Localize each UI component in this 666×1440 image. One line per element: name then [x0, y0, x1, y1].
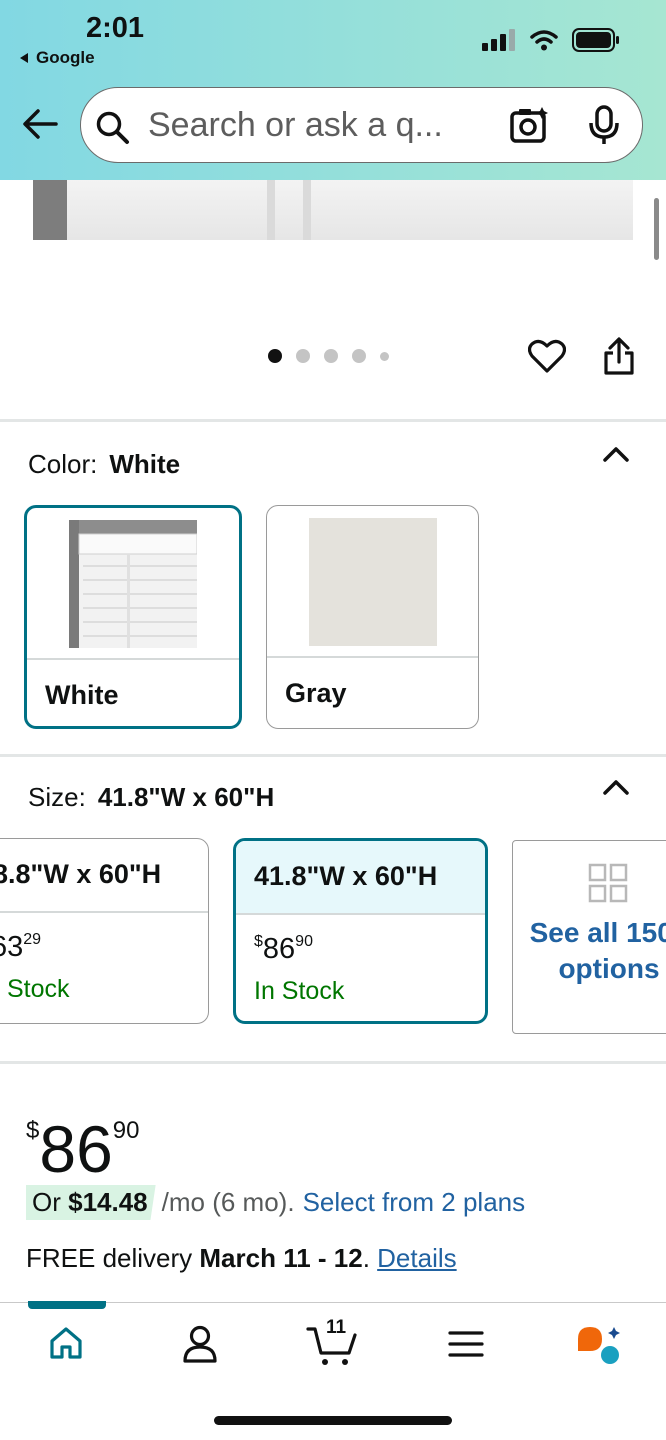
- cellular-signal-icon: [482, 29, 515, 51]
- search-input[interactable]: Search or ask a q...: [148, 106, 443, 145]
- price-fraction: 90: [112, 1117, 140, 1144]
- chevron-up-icon[interactable]: [602, 444, 630, 464]
- rufus-assistant-icon[interactable]: [576, 1325, 622, 1365]
- status-icons: [482, 28, 620, 52]
- scrollbar[interactable]: [654, 198, 659, 260]
- pagination-dot[interactable]: [324, 349, 338, 363]
- pagination-dot[interactable]: [380, 351, 389, 361]
- microphone-icon[interactable]: [587, 105, 621, 145]
- size-option-stock: Stock: [7, 975, 70, 1003]
- price-currency: $: [254, 933, 263, 950]
- color-option-gray[interactable]: Gray: [266, 505, 479, 729]
- active-tab-indicator: [28, 1301, 106, 1309]
- monthly-terms: /mo (6 mo).: [161, 1187, 295, 1217]
- cart-button[interactable]: 11: [306, 1317, 358, 1367]
- image-pagination-dots[interactable]: [268, 349, 389, 363]
- battery-icon: [572, 28, 619, 52]
- see-all-options-label: See all 1504 options: [529, 917, 666, 984]
- price-cents: 29: [23, 931, 42, 948]
- color-selected-value: White: [109, 449, 181, 479]
- divider: [0, 754, 666, 757]
- size-label: Size: 41.8"W x 60"H: [28, 782, 274, 813]
- gray-swatch-thumbnail: [309, 518, 437, 646]
- grid-icon: [588, 863, 628, 903]
- product-image[interactable]: [33, 180, 633, 240]
- share-icon[interactable]: [602, 336, 636, 376]
- see-all-options-button[interactable]: See all 1504 options: [512, 840, 666, 1034]
- divider: [0, 1061, 666, 1064]
- size-option-card-selected[interactable]: 41.8"W x 60"H $8690 In Stock: [233, 838, 488, 1024]
- select-plans-link[interactable]: Select from 2 plans: [303, 1187, 526, 1218]
- size-option-dimension: 8.8"W x 60"H: [0, 859, 162, 889]
- white-blind-thumbnail: [69, 520, 197, 648]
- monthly-highlight: Or $14.48: [26, 1185, 156, 1220]
- menu-icon[interactable]: [448, 1329, 484, 1359]
- size-option-card[interactable]: 8.8"W x 60"H 6329 Stock: [0, 838, 209, 1024]
- delivery-dates: March 11 - 12: [199, 1243, 363, 1273]
- search-bar[interactable]: Search or ask a q...: [80, 87, 643, 163]
- size-option-stock: In Stock: [254, 977, 345, 1005]
- camera-lens-icon[interactable]: [509, 105, 549, 145]
- home-indicator[interactable]: [214, 1416, 452, 1425]
- heart-icon[interactable]: [528, 338, 566, 374]
- delivery-details-link[interactable]: Details: [377, 1243, 456, 1273]
- delivery-line: FREE delivery March 11 - 12. Details: [26, 1243, 457, 1274]
- pagination-dot[interactable]: [296, 349, 310, 363]
- account-icon[interactable]: [182, 1325, 218, 1363]
- wifi-icon: [530, 30, 558, 51]
- color-option-label: Gray: [285, 678, 347, 708]
- color-label-text: Color:: [28, 449, 98, 479]
- price-currency: $: [26, 1117, 40, 1144]
- product-price: $8690: [26, 1098, 139, 1182]
- status-time: 2:01: [86, 12, 145, 44]
- delivery-prefix: FREE delivery: [26, 1243, 200, 1273]
- divider: [0, 419, 666, 422]
- monthly-prefix: Or: [32, 1187, 69, 1217]
- home-icon[interactable]: [48, 1325, 84, 1361]
- color-option-label: White: [45, 680, 119, 710]
- monthly-payment-line: Or $14.48 /mo (6 mo). Select from 2 plan…: [26, 1185, 525, 1220]
- search-icon: [96, 111, 129, 144]
- back-triangle-icon: [20, 53, 28, 63]
- size-option-dimension: 41.8"W x 60"H: [254, 861, 438, 891]
- chevron-up-icon[interactable]: [602, 777, 630, 797]
- monthly-amount: $14.48: [68, 1187, 148, 1217]
- cart-count: 11: [326, 1317, 347, 1338]
- color-option-white[interactable]: White: [24, 505, 242, 729]
- size-label-text: Size:: [28, 782, 86, 812]
- pagination-dot[interactable]: [268, 349, 282, 363]
- back-to-app-link[interactable]: Google: [20, 48, 95, 68]
- header: 2:01 Google Search or ask a q...: [0, 0, 666, 180]
- size-selected-value: 41.8"W x 60"H: [97, 782, 275, 812]
- price-whole: 86: [262, 933, 296, 965]
- color-label: Color: White: [28, 449, 180, 480]
- back-arrow-icon[interactable]: [20, 104, 60, 144]
- size-option-price: $8690: [254, 933, 313, 966]
- delivery-suffix: .: [362, 1243, 378, 1273]
- price-whole: 86: [39, 1112, 113, 1186]
- pagination-dot[interactable]: [352, 349, 366, 363]
- price-cents: 90: [295, 933, 313, 950]
- size-option-price: 6329: [0, 931, 41, 964]
- back-app-label: Google: [36, 48, 95, 67]
- price-whole: 63: [0, 931, 24, 963]
